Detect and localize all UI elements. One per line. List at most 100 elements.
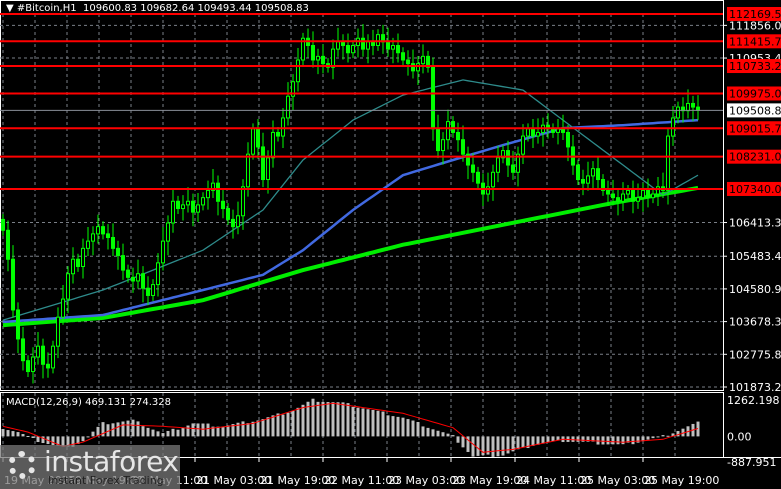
macd-histogram-bar <box>91 431 95 437</box>
macd-histogram-bar <box>376 410 380 437</box>
moving-average-line <box>2 79 699 321</box>
candle-body <box>476 171 480 184</box>
candle-body <box>161 240 165 264</box>
candle-body <box>216 182 220 202</box>
macd-histogram-bar <box>536 436 540 445</box>
macd-histogram-bar <box>471 436 475 457</box>
collapse-triangle-icon[interactable]: ▼ <box>6 3 17 14</box>
macd-histogram-bar <box>281 414 285 437</box>
candle-body <box>126 269 130 278</box>
macd-histogram-bar <box>676 431 680 437</box>
candle-body <box>651 193 655 199</box>
candle-body <box>636 197 640 202</box>
macd-histogram-bar <box>456 436 460 443</box>
candle-body <box>586 175 590 184</box>
price-axis-label: 101873.25 <box>729 381 781 394</box>
candle-body <box>521 135 525 155</box>
macd-histogram-bar <box>271 415 275 437</box>
macd-histogram-bar <box>611 436 615 445</box>
candle-body <box>431 66 435 130</box>
candle-body <box>171 200 175 224</box>
candle-body <box>176 200 180 210</box>
candle-body <box>81 247 85 267</box>
candle-body <box>41 345 45 365</box>
candle-body <box>46 363 50 369</box>
candle-body <box>281 117 285 137</box>
candle-body <box>456 131 460 141</box>
macd-histogram-bar <box>631 436 635 445</box>
candle-body <box>36 345 40 358</box>
macd-histogram-bar <box>11 431 15 437</box>
candle-body <box>246 153 250 188</box>
candle-body <box>196 204 200 213</box>
candle-body <box>66 273 70 300</box>
macd-histogram-bar <box>661 435 665 437</box>
macd-histogram-bar <box>276 413 280 437</box>
candle-body <box>496 157 500 173</box>
candle-body <box>506 150 510 166</box>
macd-title: MACD(12,26,9) 469.131 274.328 <box>6 397 171 408</box>
candle-body <box>101 226 105 235</box>
macd-histogram-bar <box>121 421 125 437</box>
gear-logo-icon <box>8 451 36 479</box>
macd-histogram-bar <box>666 435 670 437</box>
candle-body <box>536 131 540 137</box>
candle-body <box>151 284 155 296</box>
macd-histogram-bar <box>461 436 465 448</box>
candle-body <box>556 128 560 133</box>
macd-histogram-bar <box>176 429 180 437</box>
level-label: 111415.71 <box>729 35 781 48</box>
macd-histogram-bar <box>381 411 385 437</box>
candle-body <box>206 189 210 199</box>
macd-histogram-bar <box>546 436 550 443</box>
candle-body <box>276 131 280 137</box>
level-label: 110733.27 <box>729 60 781 73</box>
candle-body <box>6 229 10 260</box>
macd-histogram-bar <box>341 402 345 437</box>
candle-body <box>221 200 225 210</box>
macd-histogram-bar <box>31 436 35 438</box>
macd-histogram-bar <box>636 436 640 443</box>
candle-body <box>261 146 265 181</box>
macd-histogram-bar <box>506 436 510 454</box>
candle-body <box>566 131 570 148</box>
candle-body <box>116 247 120 257</box>
chart-header: ▼ #Bitcoin,H1 109600.83 109682.64 109493… <box>6 3 309 14</box>
level-label: 107340.03 <box>729 183 781 196</box>
logo-tagline: Instant Forex Trading <box>48 474 164 487</box>
candle-body <box>511 164 515 173</box>
macd-histogram-bar <box>366 409 370 437</box>
candle-body <box>346 45 350 54</box>
macd-histogram-bar <box>16 432 20 437</box>
macd-histogram-bar <box>146 427 150 437</box>
price-axis-label: 103678.35 <box>729 316 781 329</box>
candle-body <box>606 189 610 195</box>
macd-histogram-bar <box>396 416 400 437</box>
candle-body <box>616 197 620 202</box>
macd-axis-label: 1262.198 <box>727 394 780 407</box>
macd-histogram-bar <box>161 433 165 437</box>
level-label: 108231.00 <box>729 151 781 164</box>
macd-histogram-bar <box>476 436 480 456</box>
candle-body <box>441 139 445 152</box>
candle-body <box>1 218 5 231</box>
candle-body <box>251 128 255 155</box>
candle-body <box>376 34 380 47</box>
macd-histogram-bar <box>151 429 155 437</box>
macd-histogram-bar <box>601 436 605 445</box>
candle-body <box>366 41 370 50</box>
macd-histogram-bar <box>116 422 120 437</box>
price-axis-label: 102775.80 <box>729 348 781 361</box>
price-chart[interactable]: 19 May 202519 May 19:0020 May 11:0021 Ma… <box>0 0 781 489</box>
price-axis-label: 111856.00 <box>729 19 781 32</box>
level-label: 112169.53 <box>729 8 781 21</box>
macd-histogram-bar <box>141 426 145 437</box>
macd-histogram-bar <box>386 415 390 437</box>
macd-histogram-bar <box>81 436 85 442</box>
candle-body <box>181 204 185 210</box>
candle-body <box>646 189 650 199</box>
candle-body <box>351 45 355 54</box>
candle-body <box>551 128 555 133</box>
candle-body <box>436 128 440 152</box>
candle-body <box>56 316 60 347</box>
